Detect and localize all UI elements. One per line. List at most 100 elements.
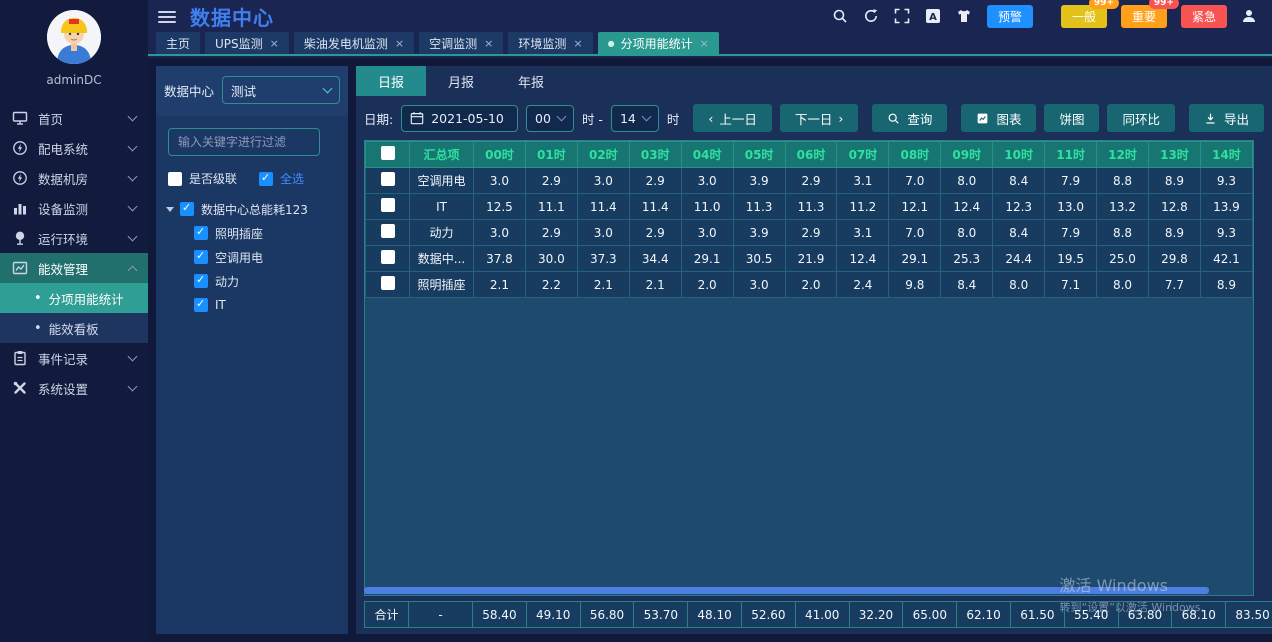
sidebar-subitem-0[interactable]: •分项用能统计 xyxy=(0,283,148,313)
export-button[interactable]: 导出 xyxy=(1189,104,1264,132)
alarm-button-0[interactable]: 预警 xyxy=(987,5,1033,28)
table-cell: 37.3 xyxy=(577,246,629,272)
table-cell: 2.0 xyxy=(785,272,837,298)
fullscreen-icon[interactable] xyxy=(894,8,911,25)
tree-node-label[interactable]: IT xyxy=(215,298,226,312)
topbar: 数据中心 A预警一般99+重要99+紧急 主页UPS监测×柴油发电机监测×空调监… xyxy=(148,0,1272,58)
table-cell: 8.0 xyxy=(941,168,993,194)
keyword-filter-input[interactable] xyxy=(169,135,319,149)
window-tab-0[interactable]: 主页 xyxy=(156,32,200,54)
tab-daily-report[interactable]: 日报 xyxy=(356,66,426,96)
user-icon[interactable] xyxy=(1241,8,1258,25)
keyword-filter-field[interactable] xyxy=(168,128,320,156)
row-checkbox[interactable] xyxy=(381,250,395,264)
window-tab-5[interactable]: ●分项用能统计× xyxy=(598,32,719,54)
window-tab-3[interactable]: 空调监测× xyxy=(419,32,503,54)
close-icon[interactable]: × xyxy=(270,37,279,50)
sidebar-item-0[interactable]: 首页 xyxy=(0,103,148,133)
sidebar-item-2[interactable]: 数据机房 xyxy=(0,163,148,193)
table-cell: 37.8 xyxy=(474,246,526,272)
cascade-checkbox[interactable] xyxy=(168,172,182,186)
tree-root-checkbox[interactable] xyxy=(180,202,194,216)
alarm-label: 一般 xyxy=(1072,10,1096,24)
select-all-rows-checkbox[interactable] xyxy=(381,146,395,160)
close-icon[interactable]: × xyxy=(484,37,493,50)
tree-node-1[interactable]: 空调用电 xyxy=(166,245,348,269)
table-cell: 29.1 xyxy=(681,246,733,272)
compare-button[interactable]: 同环比 xyxy=(1107,104,1175,132)
sidebar-subitem-1[interactable]: •能效看板 xyxy=(0,313,148,343)
chart-button[interactable]: 图表 xyxy=(961,104,1036,132)
table-row-1: IT12.511.111.411.411.011.311.311.212.112… xyxy=(366,194,1253,220)
tree-node-label[interactable]: 照明插座 xyxy=(215,225,263,242)
sidebar-subitem-label: 分项用能统计 xyxy=(49,289,124,308)
table-cell: 8.0 xyxy=(941,220,993,246)
alarm-button-1[interactable]: 一般99+ xyxy=(1061,5,1107,28)
table-cell: 29.8 xyxy=(1148,246,1200,272)
row-checkbox[interactable] xyxy=(381,276,395,290)
avatar[interactable] xyxy=(47,10,101,64)
window-tab-1[interactable]: UPS监测× xyxy=(205,32,289,54)
datacenter-select[interactable]: 测试 xyxy=(222,76,340,104)
tree-node-3[interactable]: IT xyxy=(166,293,348,317)
sidebar-item-5[interactable]: 能效管理 xyxy=(0,253,148,283)
close-icon[interactable]: × xyxy=(573,37,582,50)
tree-root-label[interactable]: 数据中心总能耗123 xyxy=(201,201,308,218)
report-table-region: 汇总项00时01时02时03时04时05时06时07时08时09时10时11时1… xyxy=(364,140,1254,596)
tab-yearly-report[interactable]: 年报 xyxy=(496,66,566,96)
sidebar-item-6[interactable]: 事件记录 xyxy=(0,343,148,373)
close-icon[interactable]: × xyxy=(395,37,404,50)
hour-start-select[interactable]: 00 xyxy=(526,105,574,132)
next-day-button[interactable]: 下一日 › xyxy=(780,104,859,132)
table-cell: 2.9 xyxy=(785,220,837,246)
theme-icon[interactable] xyxy=(956,8,973,25)
tree-node-label[interactable]: 空调用电 xyxy=(215,249,263,266)
table-cell: 3.0 xyxy=(733,272,785,298)
column-header: 06时 xyxy=(785,142,837,168)
sidebar-item-label: 首页 xyxy=(38,109,129,128)
sidebar-item-4[interactable]: 运行环境 xyxy=(0,223,148,253)
bullet-icon: • xyxy=(34,321,42,336)
tree-node-label[interactable]: 动力 xyxy=(215,273,239,290)
tree-node-2[interactable]: 动力 xyxy=(166,269,348,293)
chevron-left-icon: ‹ xyxy=(708,111,713,126)
hour-end-select[interactable]: 14 xyxy=(611,105,659,132)
refresh-icon[interactable] xyxy=(863,8,880,25)
alarm-button-3[interactable]: 紧急 xyxy=(1181,5,1227,28)
row-checkbox[interactable] xyxy=(381,172,395,186)
table-cell: 8.4 xyxy=(993,220,1045,246)
window-tab-2[interactable]: 柴油发电机监测× xyxy=(294,32,414,54)
tree-caret-icon[interactable] xyxy=(166,207,174,212)
pie-chart-button[interactable]: 饼图 xyxy=(1044,104,1099,132)
translate-icon[interactable]: A xyxy=(925,8,942,25)
alarm-count-badge: 99+ xyxy=(1149,0,1179,9)
sidebar-item-3[interactable]: 设备监测 xyxy=(0,193,148,223)
column-header: 08时 xyxy=(889,142,941,168)
tree-node-checkbox[interactable] xyxy=(194,298,208,312)
date-picker[interactable]: 2021-05-10 xyxy=(401,105,518,132)
prev-day-button[interactable]: ‹ 上一日 xyxy=(693,104,772,132)
close-icon[interactable]: × xyxy=(700,37,709,50)
tree-node-0[interactable]: 照明插座 xyxy=(166,221,348,245)
tree-node-checkbox[interactable] xyxy=(194,226,208,240)
totals-name: - xyxy=(409,602,473,628)
hamburger-icon[interactable] xyxy=(158,11,176,23)
sidebar-item-1[interactable]: 配电系统 xyxy=(0,133,148,163)
row-checkbox[interactable] xyxy=(381,224,395,238)
alarm-button-2[interactable]: 重要99+ xyxy=(1121,5,1167,28)
column-header: 03时 xyxy=(629,142,681,168)
tree-root-node[interactable]: 数据中心总能耗123 xyxy=(166,197,348,221)
sidebar-item-7[interactable]: 系统设置 xyxy=(0,373,148,403)
window-tab-4[interactable]: 环境监测× xyxy=(508,32,592,54)
select-all-checkbox[interactable] xyxy=(259,172,273,186)
column-header: 汇总项 xyxy=(410,142,474,168)
row-label: 动力 xyxy=(410,220,474,246)
row-checkbox[interactable] xyxy=(381,198,395,212)
tree-node-checkbox[interactable] xyxy=(194,250,208,264)
query-button[interactable]: 查询 xyxy=(872,104,947,132)
tree-node-checkbox[interactable] xyxy=(194,274,208,288)
tab-monthly-report[interactable]: 月报 xyxy=(426,66,496,96)
search-icon[interactable] xyxy=(832,8,849,25)
horizontal-scrollbar[interactable] xyxy=(364,587,1209,594)
select-all-label[interactable]: 全选 xyxy=(280,170,304,187)
